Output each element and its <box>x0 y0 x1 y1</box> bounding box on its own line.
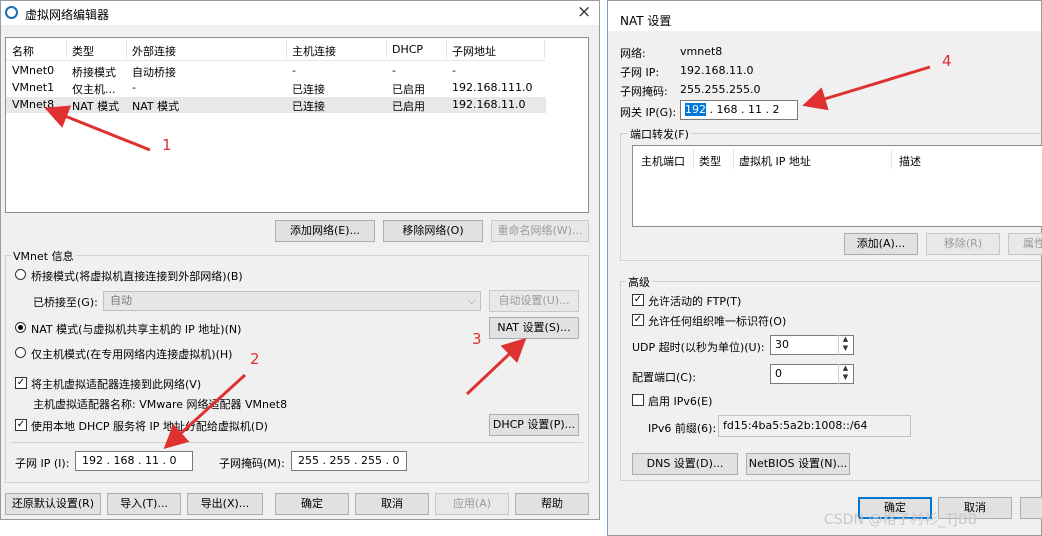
annotation-3: 3 <box>472 330 482 348</box>
arrow-1 <box>44 105 151 152</box>
annotation-2: 2 <box>250 350 260 368</box>
annotation-1: 1 <box>162 136 172 154</box>
arrow-4 <box>802 65 931 111</box>
annotation-arrows <box>44 65 931 450</box>
arrow-2 <box>163 373 247 450</box>
arrow-3 <box>465 337 527 396</box>
watermark: CSDN @格子衬衫_TJBB <box>824 512 978 528</box>
annotation-4: 4 <box>942 52 952 70</box>
